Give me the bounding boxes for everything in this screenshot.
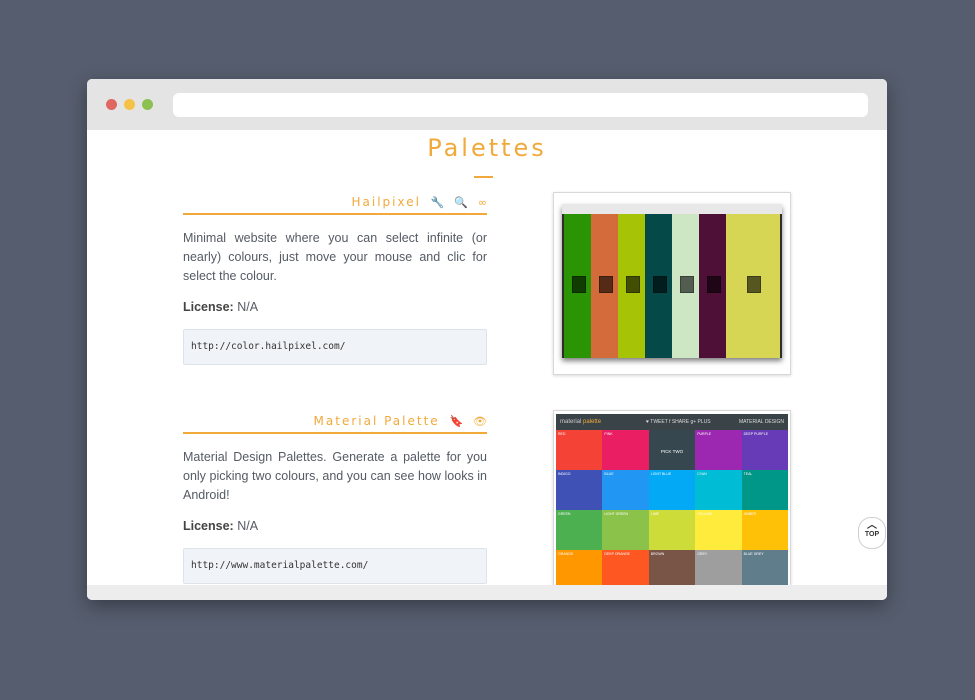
color-cell: YELLOW [695, 510, 742, 550]
license-value: N/A [237, 300, 259, 314]
color-column [699, 214, 726, 358]
color-cell: DEEP PURPLE [741, 430, 788, 470]
color-cell: ORANGE [556, 550, 603, 585]
brand-prefix: material [560, 419, 582, 425]
bottom-strip [87, 585, 887, 600]
browser-window: Palettes Hailpixel 🔧 🔍 ∞ Minimal website… [87, 79, 887, 600]
title-underline [474, 176, 493, 178]
color-cell: BROWN [648, 550, 696, 585]
color-cell: BLUE GREY [741, 550, 788, 585]
color-cell: PURPLE [695, 430, 742, 470]
entry-material-palette: Material Palette 🔖 👁 Material Design Pal… [183, 412, 487, 584]
color-swatch-box [625, 276, 640, 293]
color-swatch-box [598, 276, 613, 293]
color-column [591, 214, 618, 358]
color-grid: REDPINKPICK TWO COLORSPURPLEDEEP PURPLE I… [556, 430, 788, 585]
color-swatch-box [706, 276, 721, 293]
color-column [672, 214, 699, 358]
pick-two-colors-label: PICK TWO COLORS [648, 430, 696, 494]
hailpixel-screenshot[interactable] [553, 192, 791, 375]
color-cell: LIME [648, 510, 696, 550]
color-cell: LIGHT BLUE [648, 470, 696, 510]
license-label: License: [183, 519, 234, 533]
color-cell: AMBER [741, 510, 788, 550]
license-line: License: N/A [183, 300, 487, 314]
infinity-icon: ∞ [477, 196, 487, 209]
brand-suffix: palette [583, 419, 602, 425]
address-bar[interactable] [173, 93, 868, 117]
entry-heading: Material Palette 🔖 👁 [183, 412, 487, 434]
url-code-box[interactable]: http://www.materialpalette.com/ [183, 548, 487, 584]
preview-share-actions: ♥ TWEET f SHARE g+ PLUS [646, 419, 711, 425]
title-bar [87, 79, 887, 130]
color-swatch-box [652, 276, 667, 293]
bookmark-icon: 🔖 [449, 415, 464, 428]
close-window-button[interactable] [106, 99, 117, 110]
color-cell: LIGHT GREEN [602, 510, 649, 550]
maximize-window-button[interactable] [142, 99, 153, 110]
back-to-top-label: TOP [864, 531, 880, 538]
entry-hailpixel: Hailpixel 🔧 🔍 ∞ Minimal website where yo… [183, 193, 487, 365]
preview-browser-bar [562, 204, 782, 214]
preview-md-label: MATERIAL DESIGN [738, 419, 784, 425]
color-swatch-box [747, 276, 761, 293]
color-columns [564, 214, 780, 358]
preview-header: material palette ♥ TWEET f SHARE g+ PLUS… [556, 414, 788, 430]
color-cell: DEEP ORANGE [602, 550, 649, 585]
color-column [726, 214, 780, 358]
color-cell: BLUE [602, 470, 649, 510]
color-cell: GREEN [556, 510, 603, 550]
entry-title[interactable]: Material Palette [314, 414, 440, 428]
entry-description: Minimal website where you can select inf… [183, 231, 487, 283]
material-palette-screenshot[interactable]: material palette ♥ TWEET f SHARE g+ PLUS… [553, 410, 791, 585]
url-code-box[interactable]: http://color.hailpixel.com/ [183, 329, 487, 365]
page-content: Palettes Hailpixel 🔧 🔍 ∞ Minimal website… [87, 130, 887, 585]
entry-heading: Hailpixel 🔧 🔍 ∞ [183, 193, 487, 215]
hailpixel-preview [562, 204, 782, 358]
color-swatch-box [571, 276, 586, 293]
color-cell: GREY [695, 550, 742, 585]
color-swatch-box [679, 276, 694, 293]
page-title: Palettes [427, 134, 547, 162]
color-cell: RED [556, 430, 603, 470]
chevron-up-icon: ︿ [867, 520, 877, 531]
preview-brand: material palette [560, 414, 601, 430]
color-column [618, 214, 645, 358]
license-label: License: [183, 300, 234, 314]
color-cell: PINK [602, 430, 649, 470]
color-cell: INDIGO [556, 470, 603, 510]
color-cell: CYAN [695, 470, 742, 510]
license-value: N/A [237, 519, 259, 533]
entry-title[interactable]: Hailpixel [351, 195, 420, 209]
minimize-window-button[interactable] [124, 99, 135, 110]
color-column [564, 214, 591, 358]
wrench-icon: 🔧 [430, 196, 445, 209]
license-line: License: N/A [183, 519, 487, 533]
back-to-top-button[interactable]: ︿ TOP [858, 517, 886, 549]
entry-description: Material Design Palettes. Generate a pal… [183, 450, 487, 502]
magnifier-icon: 🔍 [454, 196, 468, 209]
eye-icon: 👁 [473, 415, 487, 428]
color-column [645, 214, 672, 358]
color-cell: TEAL [741, 470, 788, 510]
material-palette-preview: material palette ♥ TWEET f SHARE g+ PLUS… [556, 414, 788, 585]
